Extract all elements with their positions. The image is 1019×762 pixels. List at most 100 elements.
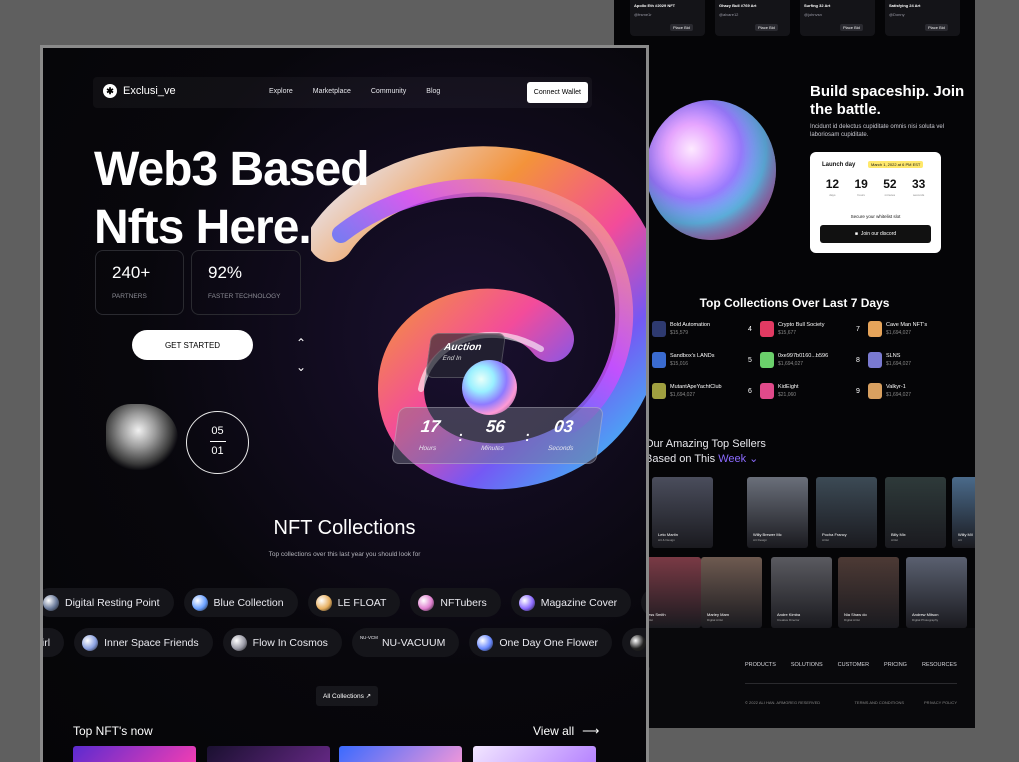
promo-title: Build spaceship. Join the battle. xyxy=(810,83,965,118)
week-dropdown[interactable]: Week ⌄ xyxy=(718,453,758,465)
collection-item[interactable]: MutantApeYachtClub $1,694,027 xyxy=(640,380,744,402)
collection-item[interactable]: 4 Crypto Bull Society $15,677 xyxy=(748,318,852,340)
footer-divider xyxy=(745,683,957,684)
footer-link[interactable]: RESOURCES xyxy=(922,662,957,668)
timer-separator: : xyxy=(457,427,465,444)
terms-link[interactable]: TERMS AND CONDITIONS xyxy=(854,700,904,705)
collection-pill[interactable]: NU-VCM NU-VACUUM xyxy=(351,628,460,657)
collection-pill[interactable]: Inner Space Friends xyxy=(74,628,213,657)
seller-card[interactable]: Nia Shaw do Digital Artist xyxy=(838,557,899,628)
collection-item[interactable]: 9 Valkyr-1 $1,694,027 xyxy=(856,380,960,402)
nft-thumbnail[interactable] xyxy=(207,746,330,762)
collection-avatar xyxy=(760,352,774,368)
join-discord-button[interactable]: ■ Join our discord xyxy=(820,225,931,243)
place-bid-button[interactable]: Place Bid xyxy=(925,24,948,31)
seller-role: Digital Photography xyxy=(912,618,939,622)
seller-card[interactable]: Andrew Mitson Digital Photography xyxy=(906,557,967,628)
collection-rank: 6 xyxy=(748,387,752,395)
footer-link[interactable]: PRODUCTS xyxy=(745,662,776,668)
iridescent-sphere-image xyxy=(646,100,776,240)
chevron-up-icon[interactable]: ⌃ xyxy=(296,336,306,350)
arrow-right-icon: ⟶ xyxy=(582,724,600,738)
nft-card-title: Ghazy Bull #769 Art xyxy=(719,3,757,8)
footer-link[interactable]: SOLUTIONS xyxy=(791,662,823,668)
connect-wallet-button[interactable]: Connect Wallet xyxy=(526,82,588,103)
seller-card[interactable]: Billy Mix Artist xyxy=(885,477,946,548)
collection-value: $15,579 xyxy=(670,330,689,336)
nft-thumbnail[interactable] xyxy=(73,746,196,762)
collection-pill[interactable]: g Girl xyxy=(43,628,65,657)
collection-pill[interactable]: Blue Collection xyxy=(183,588,298,617)
logo-icon: ✱ xyxy=(103,84,117,98)
all-collections-button[interactable]: All Collections ↗ xyxy=(316,686,379,706)
collection-icon xyxy=(629,634,646,651)
collection-pill-label: Flow In Cosmos xyxy=(252,636,328,649)
place-bid-button[interactable]: Place Bid xyxy=(840,24,863,31)
collection-item[interactable]: Bold Automation $15,579 xyxy=(640,318,744,340)
nft-card[interactable]: Satisfying 24 Art @Donny Place Bid xyxy=(885,0,960,36)
collection-item[interactable]: 8 SLNS $1,694,027 xyxy=(856,349,960,371)
stat-value: 92% xyxy=(208,263,243,282)
place-bid-button[interactable]: Place Bid xyxy=(670,24,693,31)
timer-separator: : xyxy=(524,427,532,444)
collection-name: Valkyr-1 xyxy=(886,384,906,390)
seller-info: Leto Martin Art & Design xyxy=(658,532,678,542)
collection-item[interactable]: Sandbox's LANDs $15,016 xyxy=(640,349,744,371)
collection-logo: NU-VCM xyxy=(359,634,378,640)
seller-card[interactable]: Pocha Francy Artist xyxy=(816,477,877,548)
nav-blog[interactable]: Blog xyxy=(426,88,440,95)
collection-item[interactable]: 6 KidEight $21,060 xyxy=(748,380,852,402)
main-page-preview: ✱ Exclusi_ve Explore Marketplace Communi… xyxy=(40,45,649,762)
nav-explore[interactable]: Explore xyxy=(269,88,293,95)
seller-info: Andre Kimba Creative Director xyxy=(777,612,800,622)
collection-value: $15,677 xyxy=(778,330,797,336)
nft-thumbnail[interactable] xyxy=(473,746,596,762)
collection-pill[interactable]: Flow In Cosmos xyxy=(222,628,342,657)
nav-marketplace[interactable]: Marketplace xyxy=(313,88,351,95)
collection-pill[interactable]: One Day One Flower xyxy=(469,628,612,657)
seller-card[interactable]: Andre Kimba Creative Director xyxy=(771,557,832,628)
stat-partners: 240+ PARTNERS xyxy=(95,250,184,315)
top-nfts-title: Top NFT's now xyxy=(73,724,153,738)
seller-card[interactable]: Marley Mam Digital Artist xyxy=(701,557,762,628)
nav-links: Explore Marketplace Community Blog xyxy=(269,88,440,95)
chevron-down-icon: ⌄ xyxy=(749,453,759,465)
collection-icon xyxy=(315,594,332,611)
collection-icon xyxy=(418,594,435,611)
place-bid-button[interactable]: Place Bid xyxy=(755,24,778,31)
view-all-link[interactable]: View all ⟶ xyxy=(533,724,599,738)
seller-card[interactable]: Willy Mil Art xyxy=(952,477,975,548)
nav-community[interactable]: Community xyxy=(371,88,406,95)
timer-seconds: 03 Seconds xyxy=(547,416,575,452)
privacy-link[interactable]: PRIVACY POLICY xyxy=(924,700,957,705)
seller-card[interactable]: Tess Smith Artist xyxy=(640,557,701,628)
nft-card[interactable]: Ghazy Bull #769 Art @alvare12 Place Bid xyxy=(715,0,790,36)
brand-logo[interactable]: ✱ Exclusi_ve xyxy=(103,84,176,98)
stat-value: 240+ xyxy=(112,263,151,282)
collection-pill[interactable]: Me xyxy=(641,588,646,617)
get-started-button[interactable]: GET STARTED xyxy=(132,330,253,360)
collection-pill-label: Inner Space Friends xyxy=(104,636,199,649)
nft-card[interactable]: Surfing 32 Art @johnvsn Place Bid xyxy=(800,0,875,36)
nft-card[interactable]: Apollo Eth #2029 NFT @frsme1r Place Bid xyxy=(630,0,705,36)
footer-link[interactable]: PRICING xyxy=(884,662,907,668)
collection-rank: 5 xyxy=(748,356,752,364)
minutes-count: 52 minutes xyxy=(883,177,897,197)
collection-pill[interactable]: The E xyxy=(621,628,646,657)
top-sellers-line1: Our Amazing Top Sellers xyxy=(645,438,766,450)
collection-value: $1,694,027 xyxy=(886,392,912,398)
chevron-down-icon[interactable]: ⌄ xyxy=(296,360,306,374)
seller-card[interactable]: Leto Martin Art & Design xyxy=(652,477,713,548)
seller-name: Willy Brewer Mc xyxy=(753,532,782,537)
collection-pill[interactable]: LE FLOAT xyxy=(307,588,401,617)
collection-item[interactable]: 7 Cave Man NFT's $1,694,027 xyxy=(856,318,960,340)
nft-thumbnail[interactable] xyxy=(339,746,462,762)
collection-pill[interactable]: Digital Resting Point xyxy=(43,588,174,617)
collection-icon xyxy=(477,634,494,651)
collection-item[interactable]: 5 0xe997b0160...b596 $1,694,027 xyxy=(748,349,852,371)
collection-pill[interactable]: Magazine Cover xyxy=(510,588,632,617)
collection-pill[interactable]: NFTubers xyxy=(410,588,501,617)
footer-link[interactable]: CUSTOMER xyxy=(838,662,869,668)
seller-card[interactable]: Willy Brewer Mc Art Design xyxy=(747,477,808,548)
hero-title: Web3 Based Nfts Here. xyxy=(94,141,370,257)
